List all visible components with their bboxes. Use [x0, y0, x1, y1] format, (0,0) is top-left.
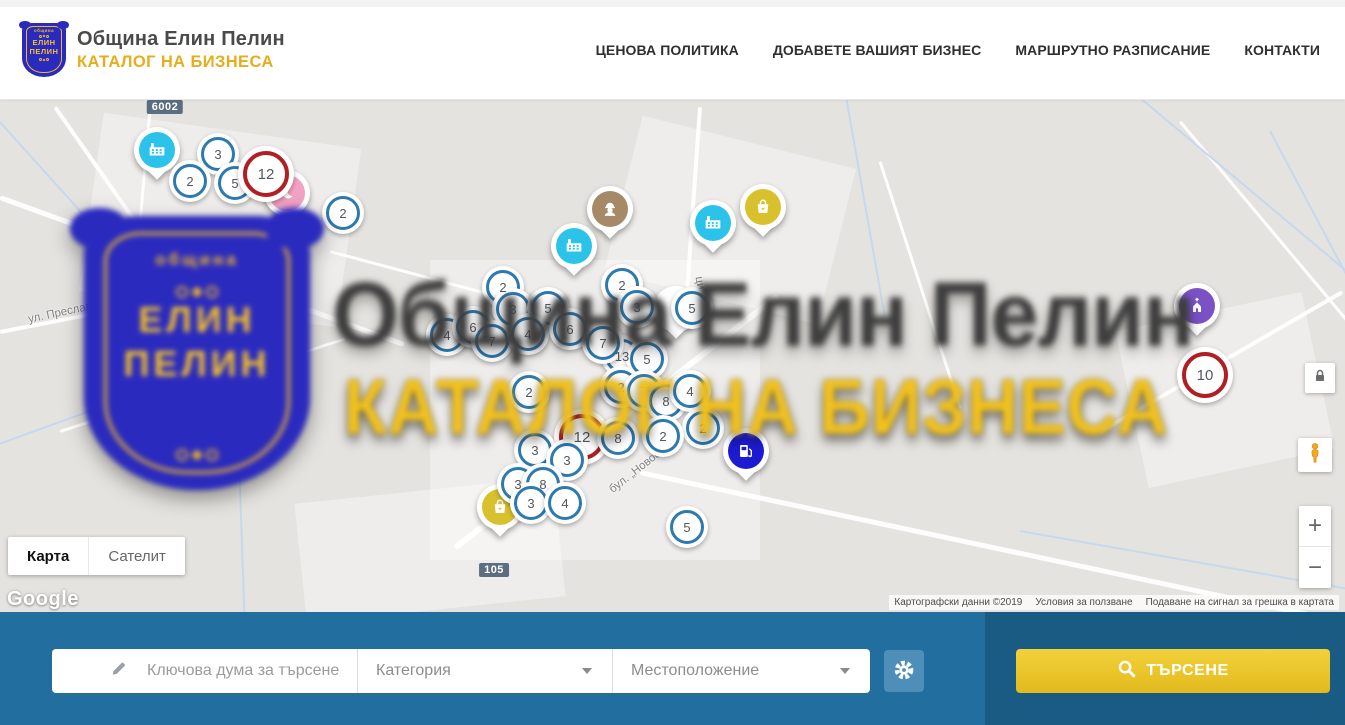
cluster-marker[interactable]: 2	[322, 192, 364, 234]
map-type-control: Карта Сателит	[8, 537, 185, 575]
cluster-marker[interactable]: 12	[238, 146, 294, 202]
watermark-crest-caption: община	[155, 250, 238, 270]
search-bar: Категория Местоположение ТЪРСЕНЕ	[0, 612, 1345, 725]
page: община ЕЛИН ПЕЛИН Община Елин Пелин КАТА…	[0, 0, 1345, 725]
zoom-control: + −	[1299, 506, 1331, 588]
building-pin[interactable]	[134, 127, 180, 173]
map-type-satellite-button[interactable]: Сателит	[88, 537, 185, 575]
street-view-pegman[interactable]	[1298, 438, 1332, 472]
location-value: Местоположение	[631, 662, 759, 680]
lock-button[interactable]	[1305, 363, 1335, 393]
main-nav: ЦЕНОВА ПОЛИТИКА ДОБАВЕТЕ ВАШИЯТ БИЗНЕС М…	[596, 42, 1320, 58]
nav-contacts[interactable]: КОНТАКТИ	[1244, 42, 1320, 58]
nav-pricing-policy[interactable]: ЦЕНОВА ПОЛИТИКА	[596, 42, 739, 58]
site-title: Община Елин Пелин	[77, 28, 285, 51]
search-controls: Категория Местоположение	[52, 649, 870, 693]
attribution-copyright: Картографски данни ©2019	[894, 597, 1022, 608]
cluster-marker[interactable]: 2	[169, 160, 211, 202]
google-logo: Google	[7, 588, 79, 611]
watermark-title: Община Елин Пелин	[332, 263, 1194, 368]
zoom-in-button[interactable]: +	[1299, 506, 1331, 547]
bag-icon	[745, 189, 781, 225]
category-select[interactable]: Категория	[357, 649, 612, 693]
building-icon	[695, 205, 731, 241]
map-canvas[interactable]: 6002105ул. Преславбул. „Новоселци" 32512…	[0, 100, 1345, 612]
bag-pin[interactable]	[740, 184, 786, 230]
keyword-field	[52, 649, 357, 693]
crest-line1: ЕЛИН	[32, 38, 55, 47]
watermark-subtitle: КАТАЛОГ НА БИЗНЕСА	[344, 362, 1168, 451]
lock-icon	[1311, 367, 1329, 390]
attribution-report-error-link[interactable]: Подаване на сигнал за грешка в картата	[1146, 597, 1334, 608]
building-icon	[556, 228, 592, 264]
site-logo[interactable]: община ЕЛИН ПЕЛИН Община Елин Пелин КАТА…	[22, 23, 285, 77]
gear-icon	[893, 659, 915, 684]
crest-line2: ПЕЛИН	[30, 47, 59, 56]
worker-pin[interactable]	[587, 186, 633, 232]
crest-caption: община	[34, 28, 54, 33]
watermark-crest-line1: ЕЛИН	[138, 298, 255, 342]
location-select[interactable]: Местоположение	[612, 649, 870, 693]
keyword-input[interactable]	[147, 662, 357, 680]
cluster-marker[interactable]: 4	[544, 482, 586, 524]
map-type-map-button[interactable]: Карта	[8, 537, 88, 575]
watermark-crest-line2: ПЕЛИН	[123, 342, 270, 386]
worker-icon	[592, 191, 628, 227]
pencil-icon	[110, 660, 127, 682]
search-icon	[1117, 659, 1136, 683]
search-button-label: ТЪРСЕНЕ	[1146, 662, 1229, 680]
pegman-icon	[1304, 441, 1326, 470]
advanced-search-button[interactable]	[884, 650, 924, 692]
building-pin[interactable]	[690, 200, 736, 246]
attribution-terms-link[interactable]: Условия за ползване	[1035, 597, 1132, 608]
building-icon	[139, 132, 175, 168]
watermark-crest: община ЕЛИН ПЕЛИН	[84, 216, 310, 490]
cluster-marker[interactable]: 5	[666, 506, 708, 548]
site-subtitle: КАТАЛОГ НА БИЗНЕСА	[77, 53, 285, 72]
municipality-crest-icon: община ЕЛИН ПЕЛИН	[22, 23, 66, 77]
map-attribution: Картографски данни ©2019 Условия за полз…	[889, 595, 1339, 610]
chevron-down-icon	[840, 668, 850, 674]
zoom-out-button[interactable]: −	[1299, 547, 1331, 588]
chevron-down-icon	[582, 668, 592, 674]
nav-route-schedule[interactable]: МАРШРУТНО РАЗПИСАНИЕ	[1015, 42, 1210, 58]
search-button[interactable]: ТЪРСЕНЕ	[1016, 649, 1330, 693]
category-value: Категория	[376, 662, 451, 680]
header: община ЕЛИН ПЕЛИН Община Елин Пелин КАТА…	[0, 0, 1345, 100]
nav-add-your-business[interactable]: ДОБАВЕТЕ ВАШИЯТ БИЗНЕС	[773, 42, 982, 58]
